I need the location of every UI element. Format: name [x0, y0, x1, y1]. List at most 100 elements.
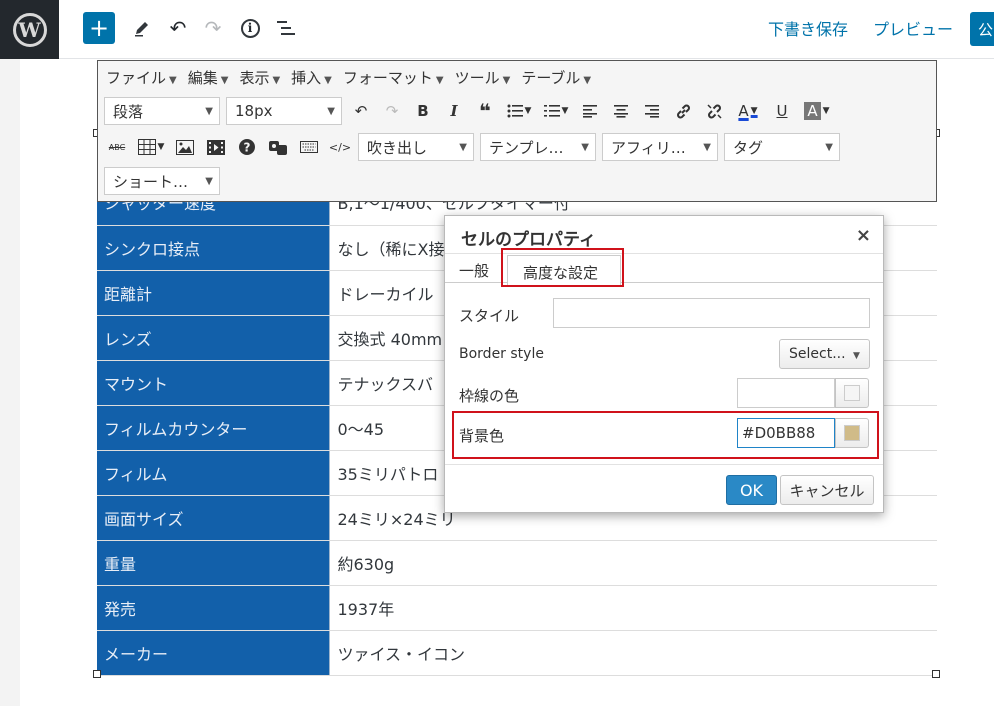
code-icon[interactable]: </>: [327, 133, 353, 161]
chevron-down-icon: ▼: [524, 106, 532, 116]
editor-top-bar: W + ↶ ↷ i 下書き保存 プレビュー 公: [0, 0, 994, 59]
publish-button[interactable]: 公: [970, 12, 994, 46]
tag-select[interactable]: タグ ▼: [724, 133, 840, 161]
resize-handle-bottom-left[interactable]: [93, 670, 101, 678]
align-center-icon[interactable]: [608, 97, 634, 125]
info-icon[interactable]: i: [236, 12, 264, 44]
chevron-down-icon: ▼: [581, 141, 589, 153]
wordpress-logo-icon[interactable]: W: [0, 0, 59, 59]
image-icon[interactable]: [172, 133, 198, 161]
font-size-select[interactable]: 18px ▼: [226, 97, 342, 125]
dialog-title: セルのプロパティ: [461, 230, 596, 250]
border-style-select[interactable]: Select... ▼: [779, 339, 870, 369]
menu-item[interactable]: 編集 ▼: [188, 67, 229, 88]
border-color-input[interactable]: [737, 378, 835, 408]
background-color-input[interactable]: #D0BB88: [737, 418, 835, 448]
align-right-icon[interactable]: [639, 97, 665, 125]
background-color-button[interactable]: A ▼: [800, 97, 834, 125]
table-header-cell[interactable]: シンクロ接点: [97, 225, 330, 271]
affiliate-select-value: アフィリ…: [611, 138, 686, 157]
outline-icon[interactable]: [272, 12, 300, 44]
chevron-down-icon: ▼: [169, 74, 177, 86]
menu-item[interactable]: ファイル ▼: [106, 67, 177, 88]
chevron-down-icon: ▼: [502, 74, 511, 86]
bullet-list-icon[interactable]: ▼: [503, 97, 535, 125]
table-header-cell[interactable]: 重量: [97, 540, 330, 586]
template-select[interactable]: テンプレ… ▼: [480, 133, 596, 161]
ok-button[interactable]: OK: [726, 475, 777, 505]
bold-button[interactable]: B: [410, 97, 436, 125]
strikethrough-icon[interactable]: ABC: [104, 133, 130, 161]
numbered-list-icon[interactable]: ▼: [540, 97, 572, 125]
affiliate-select[interactable]: アフィリ… ▼: [602, 133, 718, 161]
table-cell[interactable]: 1937年: [329, 585, 937, 631]
chevron-down-icon: ▼: [561, 106, 569, 116]
table-header-cell[interactable]: フィルム: [97, 450, 330, 496]
format-select[interactable]: 段落 ▼: [104, 97, 220, 125]
classic-editor-toolbar: ファイル ▼ 編集 ▼ 表示 ▼ 挿入 ▼ フォーマット ▼ ツール ▼ テーブル ▼ 段落 ▼ 18px ▼…: [97, 60, 937, 202]
chevron-down-icon: ▼: [825, 141, 833, 153]
resize-handle-bottom-right[interactable]: [932, 670, 940, 678]
chevron-down-icon: ▼: [272, 74, 281, 86]
speech-bubble-select[interactable]: 吹き出し ▼: [358, 133, 474, 161]
menu-item-label: ファイル: [106, 68, 167, 87]
add-block-button[interactable]: +: [83, 12, 115, 44]
shortcode-select[interactable]: ショート… ▼: [104, 167, 220, 195]
close-icon[interactable]: ×: [856, 225, 871, 246]
tab-general[interactable]: 一般: [459, 260, 489, 281]
unlink-icon[interactable]: [701, 97, 727, 125]
menu-item[interactable]: 挿入 ▼: [291, 67, 332, 88]
border-style-value: Select...: [789, 346, 846, 362]
style-label: スタイル: [459, 307, 520, 325]
toolbar-row-2: ABC ▼ ? </> 吹き出し ▼ テンプレ… ▼ アフィリ… ▼ タグ ▼: [104, 133, 846, 161]
table-cell[interactable]: 約630g: [329, 540, 937, 586]
table-cell[interactable]: ツァイス・イコン: [329, 630, 937, 676]
underline-button[interactable]: U: [769, 97, 795, 125]
wordpress-shortcode-icon[interactable]: [265, 133, 291, 161]
save-draft-button[interactable]: 下書き保存: [768, 16, 848, 40]
menu-item[interactable]: ツール ▼: [455, 67, 511, 88]
table-header-cell[interactable]: メーカー: [97, 630, 330, 676]
preview-button[interactable]: プレビュー: [873, 16, 953, 40]
dialog-footer: OK キャンセル: [445, 464, 883, 513]
background-color-picker-button[interactable]: [835, 418, 869, 448]
table-header-cell[interactable]: 距離計: [97, 270, 330, 316]
menu-item[interactable]: 表示 ▼: [239, 67, 280, 88]
chevron-down-icon: ▼: [324, 74, 332, 86]
table-header-cell[interactable]: 発売: [97, 585, 330, 631]
pencil-icon[interactable]: [128, 12, 156, 44]
chevron-down-icon: ▼: [822, 106, 830, 116]
border-color-picker-button[interactable]: [835, 378, 869, 408]
chevron-down-icon: ▼: [205, 105, 213, 117]
cancel-button[interactable]: キャンセル: [780, 475, 874, 505]
link-icon[interactable]: [670, 97, 696, 125]
align-left-icon[interactable]: [577, 97, 603, 125]
undo-icon[interactable]: ↶: [164, 12, 192, 44]
redo-icon[interactable]: ↷: [379, 97, 405, 125]
background-color-swatch: [844, 425, 860, 441]
table-icon[interactable]: ▼: [135, 133, 167, 161]
help-icon[interactable]: ?: [234, 133, 260, 161]
table-header-cell[interactable]: フィルムカウンター: [97, 405, 330, 451]
shortcode-select-value: ショート…: [113, 172, 189, 191]
blockquote-button[interactable]: ❝: [472, 97, 498, 125]
background-color-label: 背景色: [459, 427, 505, 445]
menu-item-label: テーブル: [521, 68, 581, 87]
menu-item[interactable]: テーブル ▼: [521, 67, 591, 88]
text-color-button[interactable]: A ▼: [732, 97, 764, 125]
table-header-cell[interactable]: マウント: [97, 360, 330, 406]
menu-item-label: 編集: [187, 68, 218, 87]
media-icon[interactable]: [203, 133, 229, 161]
chevron-down-icon: ▼: [327, 105, 335, 117]
style-input[interactable]: [553, 298, 870, 328]
format-select-value: 段落: [113, 102, 144, 121]
keyboard-icon[interactable]: [296, 133, 322, 161]
redo-icon[interactable]: ↷: [199, 12, 227, 44]
highlight-advanced-tab: [501, 248, 624, 287]
table-header-cell[interactable]: 画面サイズ: [97, 495, 330, 541]
undo-icon[interactable]: ↶: [348, 97, 374, 125]
table-header-cell[interactable]: レンズ: [97, 315, 330, 361]
menu-item[interactable]: フォーマット ▼: [343, 67, 444, 88]
menu-item-label: 挿入: [291, 68, 322, 87]
italic-button[interactable]: I: [441, 97, 467, 125]
